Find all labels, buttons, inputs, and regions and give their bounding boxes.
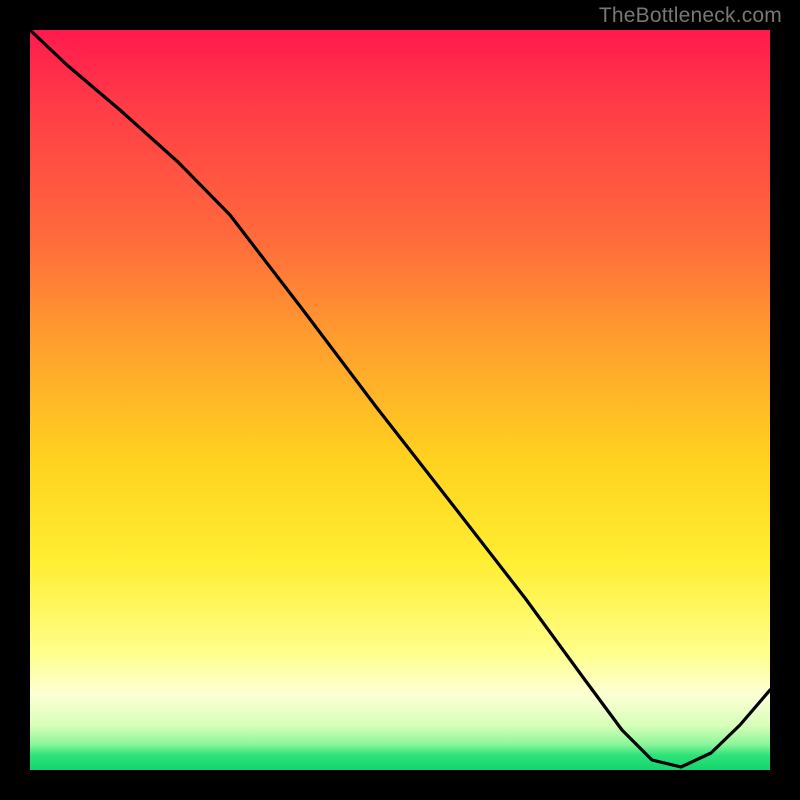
chart-frame: TheBottleneck.com <box>0 0 800 800</box>
curve-path <box>30 30 770 767</box>
watermark-text: TheBottleneck.com <box>599 4 782 28</box>
plot-area <box>30 30 770 770</box>
bottleneck-curve <box>30 30 770 770</box>
